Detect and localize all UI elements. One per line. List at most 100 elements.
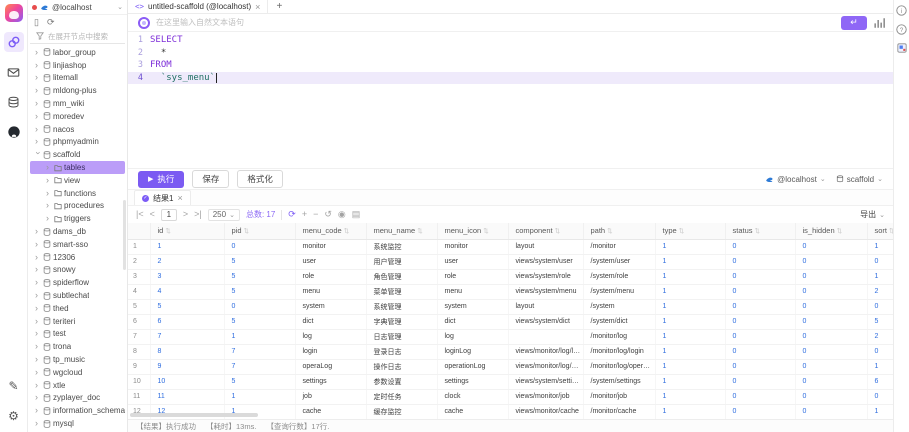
sidebar-search-input[interactable]: 在展开节点中搜索: [30, 29, 125, 44]
chevron-right-icon[interactable]: ›: [35, 278, 41, 287]
sidebar-item-zyplayer-doc[interactable]: ›zyplayer_doc: [30, 392, 125, 405]
cell[interactable]: 1: [655, 254, 725, 269]
row-number-cell[interactable]: 10: [128, 374, 150, 389]
sidebar-item-view[interactable]: ›view: [30, 174, 125, 187]
table-row[interactable]: 997operaLog操作日志operationLogviews/monitor…: [128, 359, 893, 374]
cell[interactable]: user: [295, 254, 366, 269]
cell[interactable]: 系统监控: [366, 239, 437, 254]
sort-icon[interactable]: ⇅: [755, 228, 760, 235]
cell[interactable]: 4: [150, 284, 224, 299]
sidebar-item-12306[interactable]: ›12306: [30, 251, 125, 264]
row-number-cell[interactable]: 7: [128, 329, 150, 344]
sort-icon[interactable]: ⇅: [555, 228, 560, 235]
cell[interactable]: 7: [224, 344, 295, 359]
preview-icon[interactable]: ◉: [338, 210, 346, 219]
cell[interactable]: 1: [867, 404, 893, 419]
cell[interactable]: views/system/dict: [508, 314, 583, 329]
cell[interactable]: 0: [725, 329, 795, 344]
cell[interactable]: /monitor: [583, 239, 655, 254]
chat2db-logo-icon[interactable]: [5, 4, 23, 22]
chevron-right-icon[interactable]: ›: [35, 73, 41, 82]
column-header-path[interactable]: path⇅: [583, 223, 655, 239]
chevron-right-icon[interactable]: ›: [35, 329, 41, 338]
cell[interactable]: log: [295, 329, 366, 344]
cell[interactable]: 2: [867, 329, 893, 344]
cell[interactable]: 10: [150, 374, 224, 389]
cell[interactable]: 0: [795, 299, 867, 314]
cell[interactable]: 7: [224, 359, 295, 374]
cell[interactable]: dict: [437, 314, 508, 329]
sidebar-item-scaffold[interactable]: ›scaffold: [30, 148, 125, 161]
chevron-right-icon[interactable]: ›: [46, 214, 52, 223]
cell[interactable]: 1: [655, 359, 725, 374]
sidebar-item-mldong-plus[interactable]: ›mldong-plus: [30, 84, 125, 97]
cell[interactable]: 0: [725, 374, 795, 389]
table-row[interactable]: 10105settings参数设置settingsviews/system/se…: [128, 374, 893, 389]
cell[interactable]: /system/settings: [583, 374, 655, 389]
sidebar-item-test[interactable]: ›test: [30, 328, 125, 341]
column-header-status[interactable]: status⇅: [725, 223, 795, 239]
sidebar-item-phpmyadmin[interactable]: ›phpmyadmin: [30, 136, 125, 149]
cell[interactable]: 登录日志: [366, 344, 437, 359]
table-row[interactable]: 665dict字典管理dictviews/system/dict/system/…: [128, 314, 893, 329]
github-nav-button[interactable]: [4, 122, 24, 142]
chevron-right-icon[interactable]: ›: [35, 393, 41, 402]
close-icon[interactable]: ×: [255, 2, 260, 12]
next-page-icon[interactable]: >: [183, 210, 188, 219]
cell[interactable]: /monitor/log/operation: [583, 359, 655, 374]
sidebar-item-linjiashop[interactable]: ›linjiashop: [30, 59, 125, 72]
cell[interactable]: 0: [725, 284, 795, 299]
cell[interactable]: 0: [867, 299, 893, 314]
table-row[interactable]: 335role角色管理roleviews/system/role/system/…: [128, 269, 893, 284]
table-row[interactable]: 225user用户管理userviews/system/user/system/…: [128, 254, 893, 269]
chevron-right-icon[interactable]: ›: [46, 201, 52, 210]
last-page-icon[interactable]: >|: [194, 210, 202, 219]
cell[interactable]: layout: [508, 239, 583, 254]
cell[interactable]: 定时任务: [366, 389, 437, 404]
cell[interactable]: 0: [725, 404, 795, 419]
cell[interactable]: 日志管理: [366, 329, 437, 344]
cell[interactable]: cache: [295, 404, 366, 419]
sidebar-item-information-schema[interactable]: ›information_schema: [30, 404, 125, 417]
sidebar-item-trona[interactable]: ›trona: [30, 340, 125, 353]
column-header-sort[interactable]: sort⇅: [867, 223, 893, 239]
cell[interactable]: layout: [508, 299, 583, 314]
cell[interactable]: 1: [655, 389, 725, 404]
console-icon[interactable]: ▯: [34, 18, 39, 27]
delete-row-icon[interactable]: −: [313, 210, 318, 219]
cell[interactable]: views/monitor/log/oper...: [508, 359, 583, 374]
sort-icon[interactable]: ⇅: [679, 228, 684, 235]
result-tab-1[interactable]: ✓ 结果1 ×: [134, 190, 191, 205]
cell[interactable]: monitor: [295, 239, 366, 254]
cell[interactable]: 0: [795, 344, 867, 359]
row-number-cell[interactable]: 11: [128, 389, 150, 404]
cell[interactable]: 0: [795, 389, 867, 404]
column-header-type[interactable]: type⇅: [655, 223, 725, 239]
cell[interactable]: 6: [867, 374, 893, 389]
column-header-pid[interactable]: pid⇅: [224, 223, 295, 239]
sort-icon[interactable]: ⇅: [244, 228, 249, 235]
cell[interactable]: 0: [795, 374, 867, 389]
database-select[interactable]: scaffold ⌄: [836, 175, 883, 184]
chevron-right-icon[interactable]: ›: [35, 342, 41, 351]
current-page-input[interactable]: 1: [161, 209, 177, 221]
cell[interactable]: settings: [437, 374, 508, 389]
row-number-cell[interactable]: 6: [128, 314, 150, 329]
ai-submit-button[interactable]: ↵: [841, 16, 867, 30]
chevron-right-icon[interactable]: ›: [35, 112, 41, 121]
database-nav-button[interactable]: [4, 92, 24, 112]
row-number-cell[interactable]: 4: [128, 284, 150, 299]
table-row[interactable]: 550system系统管理systemlayout/system1000: [128, 299, 893, 314]
sidebar-item-wgcloud[interactable]: ›wgcloud: [30, 366, 125, 379]
table-row[interactable]: 445menu菜单管理menuviews/system/menu/system/…: [128, 284, 893, 299]
cell[interactable]: 1: [150, 239, 224, 254]
cell[interactable]: 0: [867, 389, 893, 404]
cell[interactable]: /monitor/log/login: [583, 344, 655, 359]
column-header-menu-name[interactable]: menu_name⇅: [366, 223, 437, 239]
cell[interactable]: 6: [150, 314, 224, 329]
chevron-right-icon[interactable]: ›: [35, 61, 41, 70]
chevron-right-icon[interactable]: ›: [35, 99, 41, 108]
row-number-cell[interactable]: 5: [128, 299, 150, 314]
cell[interactable]: loginLog: [437, 344, 508, 359]
cell[interactable]: dict: [295, 314, 366, 329]
